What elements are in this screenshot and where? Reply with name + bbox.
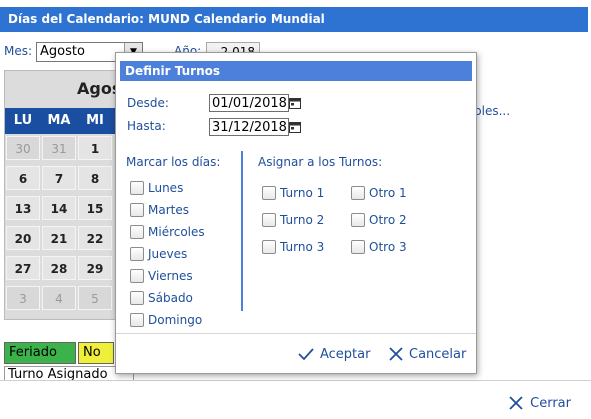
checkbox-label: Otro 2 (369, 213, 407, 227)
checkbox-lunes[interactable]: Lunes (130, 181, 183, 195)
calendar-day-cell[interactable]: 20 (6, 226, 40, 250)
checkbox-box[interactable] (130, 313, 144, 327)
checkbox-box[interactable] (130, 225, 144, 239)
calendar-month-title: Agos (77, 79, 122, 98)
cancelar-label: Cancelar (409, 346, 467, 362)
aceptar-label: Aceptar (320, 346, 371, 362)
footer-bar: Cerrar (0, 380, 591, 419)
page-title: Días del Calendario: MUND Calendario Mun… (0, 7, 588, 32)
legend-no-laborable: No L (78, 342, 114, 380)
checkbox-label: Turno 2 (280, 213, 325, 227)
calendar-day-cell[interactable]: 1 (78, 136, 112, 160)
cerrar-button[interactable]: Cerrar (508, 395, 571, 411)
calendar-day-cell[interactable]: 8 (78, 166, 112, 190)
checkbox-box[interactable] (262, 186, 276, 200)
checkbox-label: Miércoles (148, 225, 205, 239)
aceptar-button[interactable]: Aceptar (297, 346, 370, 362)
checkbox-box[interactable] (351, 240, 365, 254)
hasta-label: Hasta: (127, 119, 166, 133)
checkbox-label: Lunes (148, 181, 184, 195)
checkbox-viernes[interactable]: Viernes (130, 269, 193, 283)
calendar-day-cell[interactable]: 15 (78, 196, 112, 220)
checkbox-martes[interactable]: Martes (130, 203, 189, 217)
calendar-weekday-header: LU MA MI (5, 108, 117, 134)
checkbox-box[interactable] (262, 213, 276, 227)
weekday-label: MI (86, 113, 104, 128)
checkbox-box[interactable] (262, 240, 276, 254)
definir-turnos-dialog: Definir Turnos Desde: Hasta: Marcar los … (115, 52, 477, 374)
calendar-day-cell[interactable]: 5 (78, 286, 112, 310)
calendar-day-cell[interactable]: 31 (42, 136, 76, 160)
checkbox-jueves[interactable]: Jueves (130, 247, 187, 261)
calendar-day-cell[interactable]: 27 (6, 256, 40, 280)
cancelar-button[interactable]: Cancelar (388, 346, 466, 362)
legend-feriado: Feriado (4, 342, 76, 364)
checkbox-otro-2[interactable]: Otro 2 (351, 213, 407, 227)
checkbox-box[interactable] (130, 203, 144, 217)
cerrar-label: Cerrar (530, 395, 571, 411)
checkbox-label: Jueves (148, 247, 188, 261)
checkbox-label: Sábado (148, 291, 193, 305)
calendar-day-cell[interactable]: 3 (6, 286, 40, 310)
dialog-footer-divider (116, 333, 476, 334)
checkbox-box[interactable] (130, 269, 144, 283)
checkbox-sabado[interactable]: Sábado (130, 291, 193, 305)
checkbox-otro-3[interactable]: Otro 3 (351, 240, 407, 254)
checkbox-label: Viernes (148, 269, 193, 283)
checkbox-label: Otro 3 (369, 240, 407, 254)
checkbox-otro-1[interactable]: Otro 1 (351, 186, 407, 200)
weekday-label: MA (47, 113, 71, 128)
checkbox-box[interactable] (351, 213, 365, 227)
calendar-day-cell[interactable]: 28 (42, 256, 76, 280)
calendar-day-cell[interactable]: 30 (6, 136, 40, 160)
calendar-day-cell[interactable]: 13 (6, 196, 40, 220)
checkbox-label: Turno 3 (280, 240, 325, 254)
marcar-dias-label: Marcar los días: (126, 155, 221, 169)
calendar-day-cell[interactable]: 4 (42, 286, 76, 310)
calendar-day-cell[interactable]: 6 (6, 166, 40, 190)
dialog-title: Definir Turnos (120, 61, 472, 81)
desde-date-input[interactable] (209, 94, 289, 112)
close-icon (509, 396, 523, 410)
checkbox-label: Martes (148, 203, 189, 217)
mes-value: Agosto (40, 44, 85, 59)
checkbox-label: Domingo (148, 313, 203, 327)
calendar-day-cell[interactable]: 21 (42, 226, 76, 250)
calendar-icon[interactable] (289, 121, 301, 133)
mes-label: Mes: (4, 44, 33, 58)
checkbox-label: Otro 1 (369, 186, 407, 200)
checkbox-turno-3[interactable]: Turno 3 (262, 240, 324, 254)
checkbox-box[interactable] (130, 247, 144, 261)
calendar-day-cell[interactable]: 22 (78, 226, 112, 250)
section-divider (241, 151, 243, 311)
checkbox-domingo[interactable]: Domingo (130, 313, 202, 327)
checkbox-box[interactable] (130, 181, 144, 195)
x-icon (389, 347, 403, 361)
checkbox-box[interactable] (351, 186, 365, 200)
page-link-partial[interactable]: bles... (474, 104, 510, 118)
checkbox-miercoles[interactable]: Miércoles (130, 225, 205, 239)
weekday-label: LU (13, 113, 33, 128)
check-icon (298, 348, 314, 361)
asignar-turnos-label: Asignar a los Turnos: (258, 155, 383, 169)
hasta-date-input[interactable] (209, 118, 289, 136)
calendar-day-cell[interactable]: 7 (42, 166, 76, 190)
checkbox-turno-1[interactable]: Turno 1 (262, 186, 324, 200)
calendar-day-cell[interactable]: 14 (42, 196, 76, 220)
checkbox-label: Turno 1 (280, 186, 325, 200)
checkbox-turno-2[interactable]: Turno 2 (262, 213, 324, 227)
month-calendar: Agos LU MA MI 30 31 1 6 7 8 13 14 15 20 21 22 27 28 29… (4, 70, 122, 320)
calendar-day-cell[interactable]: 29 (78, 256, 112, 280)
desde-label: Desde: (127, 96, 169, 110)
checkbox-box[interactable] (130, 291, 144, 305)
calendar-icon[interactable] (289, 97, 301, 109)
